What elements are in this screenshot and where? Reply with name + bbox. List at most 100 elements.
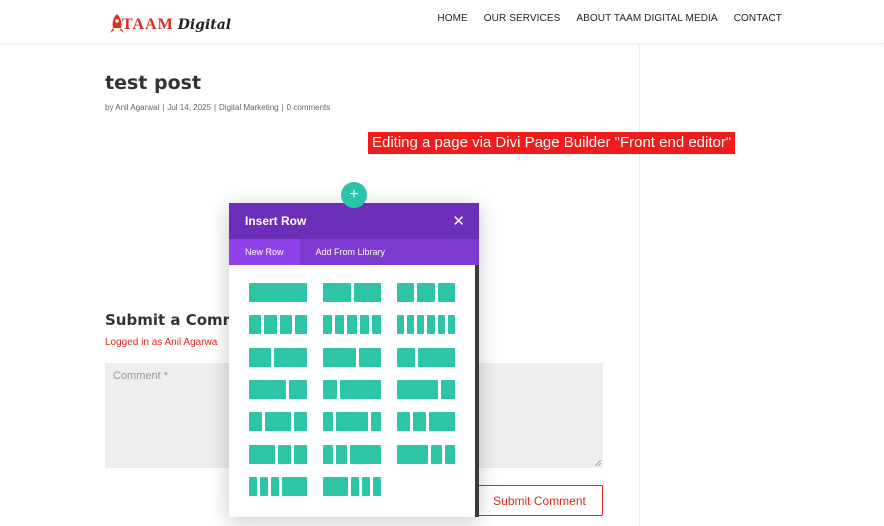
layout-column — [417, 283, 435, 302]
layout-column — [323, 348, 356, 367]
layout-column — [265, 412, 291, 431]
layout-column — [397, 380, 439, 399]
layout-column — [372, 477, 381, 496]
layout-column — [359, 348, 381, 367]
row-layout-option[interactable] — [323, 445, 381, 464]
meta-comments-link[interactable]: 0 comments — [287, 103, 331, 112]
layout-column — [336, 445, 347, 464]
row-layout-option[interactable] — [323, 348, 381, 367]
row-layout-option[interactable] — [397, 445, 455, 464]
layout-column — [347, 315, 357, 334]
modal-header: Insert Row ✕ — [229, 203, 479, 239]
post-meta: by Anil Agarwal | Jul 14, 2025 | Digital Mar… — [105, 103, 331, 112]
comments-title: Submit a Comme — [105, 311, 249, 329]
meta-author-link[interactable]: Anil Agarwal — [115, 103, 159, 112]
row-layout-option[interactable] — [397, 283, 455, 302]
layout-column — [271, 477, 280, 496]
nav-about[interactable]: ABOUT TAAM DIGITAL MEDIA — [576, 13, 717, 24]
layout-column — [323, 315, 333, 334]
row-layout-option[interactable] — [323, 283, 381, 302]
site-header: TAAM Digital HOME OUR SERVICES ABOUT TAA… — [0, 0, 884, 44]
layout-column — [427, 315, 435, 334]
layout-column — [278, 445, 291, 464]
nav-home[interactable]: HOME — [437, 13, 467, 24]
add-row-button[interactable]: + — [341, 182, 367, 208]
meta-date: Jul 14, 2025 — [167, 103, 211, 112]
row-layout-option[interactable] — [249, 445, 307, 464]
row-layout-option[interactable] — [249, 477, 307, 496]
tab-new-row[interactable]: New Row — [229, 239, 300, 265]
plus-icon: + — [349, 186, 359, 203]
layout-column — [413, 412, 426, 431]
meta-category-link[interactable]: Digital Marketing — [219, 103, 279, 112]
row-layout-option[interactable] — [249, 412, 307, 431]
layout-column — [447, 315, 455, 334]
layout-column — [437, 315, 445, 334]
post-title: test post — [105, 72, 202, 94]
layout-column — [264, 315, 277, 334]
layout-column — [339, 380, 381, 399]
layout-column — [397, 315, 405, 334]
layout-column — [359, 315, 369, 334]
nav-our-services[interactable]: OUR SERVICES — [484, 13, 561, 24]
layout-column — [437, 283, 455, 302]
layout-column — [274, 348, 307, 367]
layout-column — [294, 315, 307, 334]
layout-column — [249, 477, 258, 496]
modal-scrollbar[interactable] — [475, 265, 479, 517]
row-layout-option[interactable] — [249, 283, 307, 302]
layout-column — [282, 477, 307, 496]
row-layout-option[interactable] — [249, 380, 307, 399]
annotation-banner: Editing a page via Divi Page Builder "Fr… — [368, 132, 736, 154]
layout-column — [323, 477, 348, 496]
nav-contact[interactable]: CONTACT — [734, 13, 782, 24]
row-layout-option[interactable] — [397, 315, 455, 334]
layout-column — [397, 445, 429, 464]
layout-column — [335, 315, 345, 334]
layout-column — [418, 348, 455, 367]
resize-handle-icon[interactable] — [595, 460, 601, 466]
layout-column — [336, 412, 368, 431]
layout-column — [294, 412, 307, 431]
layout-column — [397, 348, 416, 367]
row-layout-option[interactable] — [249, 315, 307, 334]
layout-column — [323, 412, 334, 431]
layout-column — [361, 477, 370, 496]
row-layout-option[interactable] — [323, 380, 381, 399]
row-layout-option[interactable] — [397, 348, 455, 367]
row-layout-option[interactable] — [323, 477, 381, 496]
row-layout-option[interactable] — [323, 315, 381, 334]
layout-column — [279, 315, 292, 334]
layout-column — [431, 445, 442, 464]
row-layout-option[interactable] — [323, 412, 381, 431]
comment-placeholder: Comment * — [113, 370, 169, 382]
row-layout-option[interactable] — [397, 380, 455, 399]
layout-column — [370, 412, 381, 431]
row-layout-option[interactable] — [249, 348, 307, 367]
layout-column — [441, 380, 455, 399]
tab-add-from-library[interactable]: Add From Library — [300, 239, 402, 265]
layout-column — [249, 283, 307, 302]
layout-column — [397, 412, 410, 431]
layout-column — [350, 477, 359, 496]
submit-comment-button[interactable]: Submit Comment — [476, 485, 603, 516]
sidebar-divider — [639, 44, 640, 526]
layout-column — [397, 283, 415, 302]
layout-column — [288, 380, 307, 399]
layout-column — [407, 315, 415, 334]
row-layout-grid — [229, 265, 479, 517]
site-logo[interactable]: TAAM Digital — [110, 8, 231, 34]
layout-column — [353, 283, 381, 302]
close-icon[interactable]: ✕ — [452, 212, 465, 230]
logged-in-text[interactable]: Logged in as Anil Agarwa — [105, 337, 217, 348]
layout-column — [249, 380, 286, 399]
main-nav: HOME OUR SERVICES ABOUT TAAM DIGITAL MED… — [437, 13, 782, 24]
layout-column — [417, 315, 425, 334]
row-layout-option[interactable] — [397, 412, 455, 431]
layout-column — [294, 445, 307, 464]
layout-column — [249, 348, 271, 367]
meta-by: by — [105, 103, 114, 112]
layout-column — [323, 380, 337, 399]
layout-column — [260, 477, 269, 496]
modal-title: Insert Row — [245, 214, 307, 228]
